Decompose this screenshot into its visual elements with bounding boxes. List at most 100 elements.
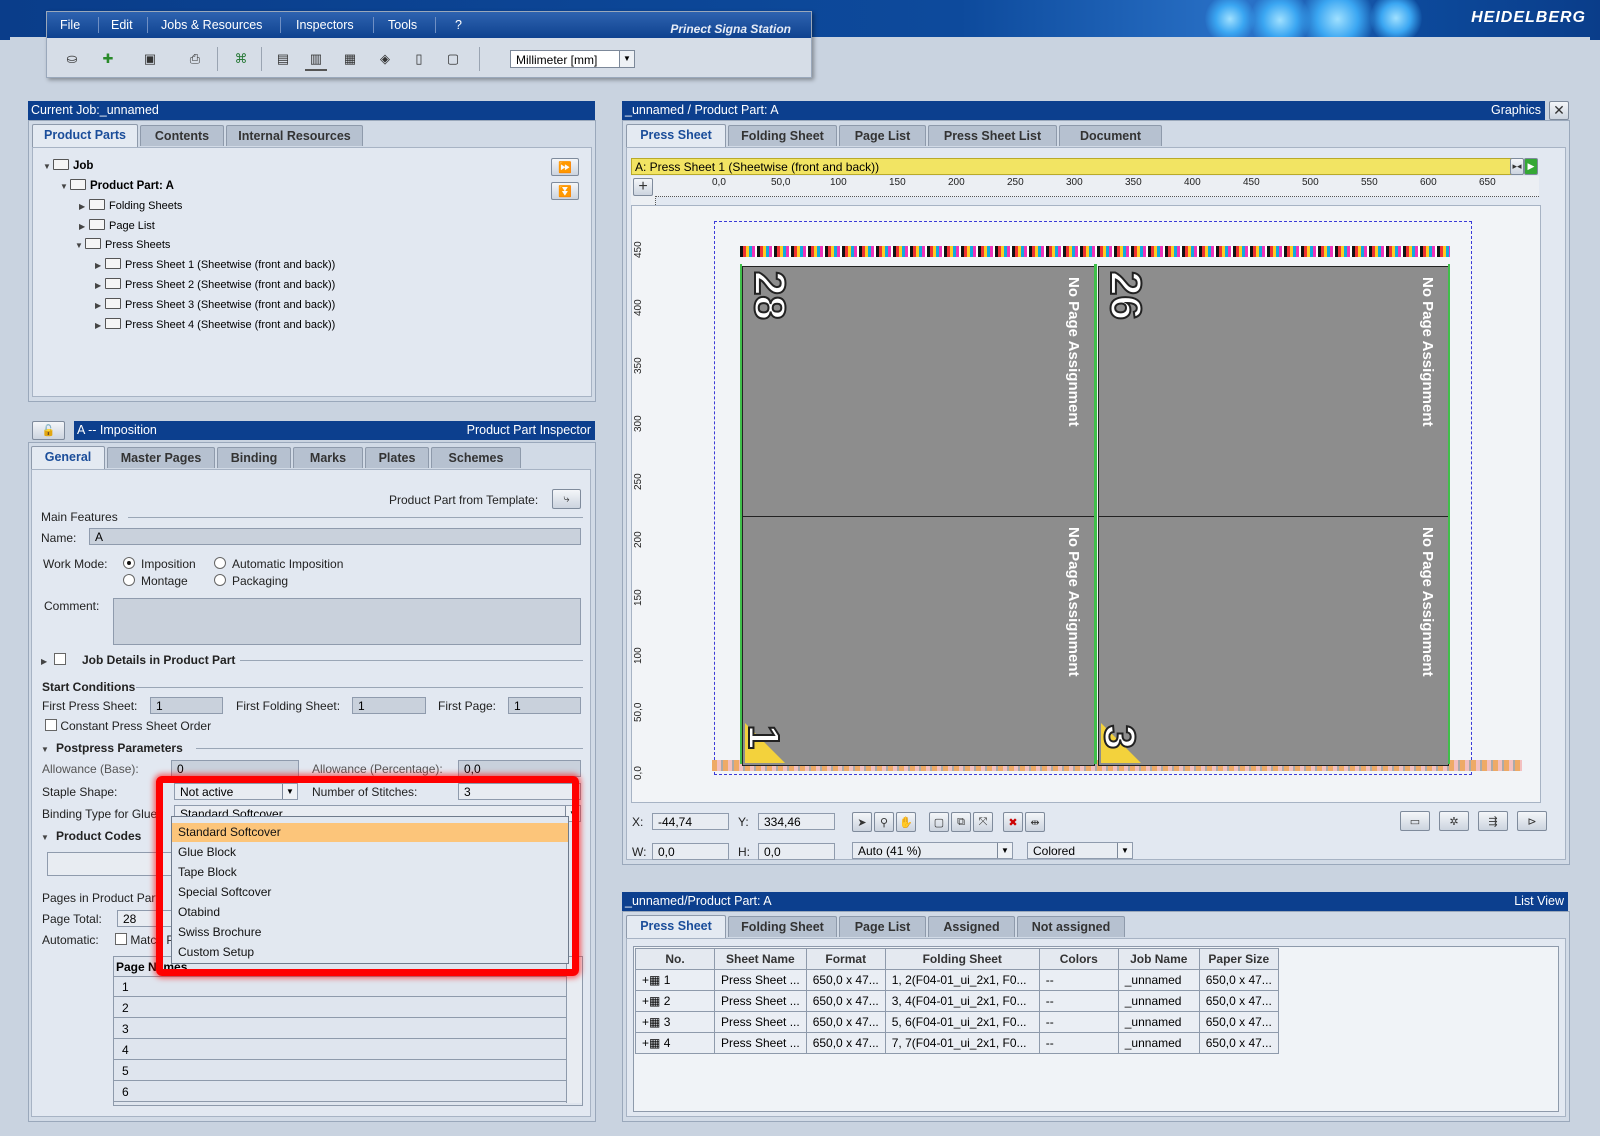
- zoom-select[interactable]: Auto (41 %) ▼: [852, 842, 1013, 859]
- radio-unselected[interactable]: [123, 574, 135, 586]
- radio-unselected[interactable]: [214, 557, 226, 569]
- menu-edit[interactable]: Edit: [111, 18, 133, 32]
- tree-node-page-list[interactable]: ▶ Page List: [79, 219, 155, 232]
- view-layout-icon[interactable]: ▭: [1400, 811, 1430, 831]
- page-name-row[interactable]: 5: [114, 1061, 566, 1081]
- collapse-arrow-icon[interactable]: ▼: [41, 833, 51, 842]
- expand-all-button[interactable]: ⏬: [551, 182, 579, 200]
- radio-automatic-imposition[interactable]: Automatic Imposition: [214, 557, 343, 571]
- expand-arrow-icon[interactable]: ▶: [95, 301, 105, 310]
- comment-field[interactable]: [113, 598, 581, 645]
- press-sheet-canvas[interactable]: 28 No Page Assignment 26 No Page Assignm…: [631, 205, 1541, 803]
- tab-marks[interactable]: Marks: [293, 447, 363, 468]
- column-header[interactable]: Job Name: [1117, 948, 1200, 970]
- first-page-field[interactable]: 1: [508, 697, 581, 714]
- page-name-row[interactable]: 2: [114, 998, 566, 1018]
- constant-order-option[interactable]: Constant Press Sheet Order: [45, 719, 211, 733]
- tab-product-parts[interactable]: Product Parts: [32, 124, 138, 147]
- table-row[interactable]: +▦ 1 Press Sheet ... 650,0 x 47... 1, 2(…: [635, 969, 1279, 991]
- next-sheet-icon[interactable]: ▶: [1524, 158, 1538, 175]
- tree-node-press-sheet[interactable]: ▶ Press Sheet 4 (Sheetwise (front and bac…: [95, 318, 335, 331]
- 3d-preview-icon[interactable]: ◈: [374, 49, 396, 69]
- new-job-icon[interactable]: ✚: [97, 49, 119, 69]
- row-number-cell[interactable]: +▦ 3: [635, 1011, 715, 1033]
- menu-tools[interactable]: Tools: [388, 18, 417, 32]
- tab-binding[interactable]: Binding: [217, 447, 291, 468]
- template-button[interactable]: ⤷: [552, 489, 581, 509]
- w-field[interactable]: 0,0: [652, 843, 729, 860]
- first-folding-sheet-field[interactable]: 1: [352, 697, 426, 714]
- tab-list-folding-sheet[interactable]: Folding Sheet: [728, 916, 837, 937]
- menu-jobs-resources[interactable]: Jobs & Resources: [161, 18, 262, 32]
- expand-row-icon[interactable]: +▦: [642, 973, 660, 987]
- export-icon[interactable]: ⊳: [1517, 811, 1547, 831]
- tab-list-press-sheet[interactable]: Press Sheet: [626, 915, 726, 938]
- hand-pan-icon[interactable]: ✋: [896, 812, 916, 832]
- tab-list-assigned[interactable]: Assigned: [928, 916, 1015, 937]
- tab-plates[interactable]: Plates: [365, 447, 429, 468]
- tab-page-list[interactable]: Page List: [839, 125, 926, 146]
- expand-row-icon[interactable]: +▦: [642, 1015, 660, 1029]
- fit-icon[interactable]: ⤧: [973, 812, 993, 832]
- product-codes-toggle[interactable]: ▼: [41, 829, 51, 843]
- y-field[interactable]: 334,46: [758, 813, 835, 830]
- radio-unselected[interactable]: [214, 574, 226, 586]
- first-press-sheet-field[interactable]: 1: [150, 697, 223, 714]
- marks-icon[interactable]: ⇶: [1478, 811, 1508, 831]
- table-row[interactable]: +▦ 3 Press Sheet ... 650,0 x 47... 5, 6(…: [635, 1011, 1279, 1033]
- save-icon[interactable]: ▣: [139, 49, 161, 69]
- text-document-icon[interactable]: ▤: [272, 49, 294, 69]
- copy-icon[interactable]: ⧉: [951, 812, 971, 832]
- tab-master-pages[interactable]: Master Pages: [107, 447, 215, 468]
- chevron-down-icon[interactable]: ▼: [1117, 843, 1132, 858]
- tab-press-sheet[interactable]: Press Sheet: [626, 124, 726, 147]
- page-tile-1[interactable]: 1 No Page Assignment: [738, 516, 1095, 766]
- job-details-checkbox[interactable]: [54, 653, 67, 665]
- h-field[interactable]: 0,0: [758, 843, 835, 860]
- expand-arrow-icon[interactable]: ▼: [43, 162, 53, 171]
- allowance-pct-field[interactable]: 0,0: [458, 760, 581, 777]
- product-codes-field[interactable]: [47, 852, 172, 876]
- tab-press-sheet-list[interactable]: Press Sheet List: [928, 125, 1057, 146]
- page-tile-26[interactable]: 26 No Page Assignment: [1098, 266, 1449, 517]
- tab-list-page-list[interactable]: Page List: [839, 916, 926, 937]
- column-header[interactable]: Sheet Name: [714, 948, 807, 970]
- constant-order-checkbox[interactable]: [45, 719, 57, 731]
- tab-document[interactable]: Document: [1059, 125, 1162, 146]
- collapse-arrow-icon[interactable]: ▼: [41, 745, 51, 754]
- lock-icon[interactable]: 🔓: [32, 421, 65, 440]
- settings-icon[interactable]: ✲: [1439, 811, 1469, 831]
- expand-arrow-icon[interactable]: ▶: [95, 261, 105, 270]
- blank-page-icon[interactable]: ▢: [442, 49, 464, 69]
- tab-general[interactable]: General: [31, 446, 105, 469]
- select-arrow-icon[interactable]: ➤: [852, 812, 872, 832]
- tree-node-press-sheet[interactable]: ▶ Press Sheet 3 (Sheetwise (front and bac…: [95, 298, 335, 311]
- row-number-cell[interactable]: +▦ 4: [635, 1032, 715, 1054]
- column-header[interactable]: Format: [805, 948, 886, 970]
- allowance-base-field[interactable]: 0: [171, 760, 299, 777]
- column-header[interactable]: Paper Size: [1198, 948, 1279, 970]
- tab-contents[interactable]: Contents: [140, 125, 224, 146]
- page-tile-28[interactable]: 28 No Page Assignment: [742, 266, 1095, 517]
- chevron-down-icon[interactable]: ▼: [619, 51, 634, 67]
- radio-selected[interactable]: [123, 557, 135, 569]
- tree-node-product-part[interactable]: ▼ Product Part: A: [60, 179, 174, 192]
- table-row[interactable]: +▦ 2 Press Sheet ... 650,0 x 47... 3, 4(…: [635, 990, 1279, 1012]
- page-name-row[interactable]: 4: [114, 1040, 566, 1060]
- sheet-selector-bar[interactable]: A: Press Sheet 1 (Sheetwise (front and b…: [631, 158, 1523, 175]
- print-icon[interactable]: ⎙: [184, 49, 206, 69]
- close-icon[interactable]: ✕: [1549, 101, 1569, 120]
- unit-select[interactable]: Millimeter [mm] ▼: [510, 50, 635, 68]
- page-name-row[interactable]: 1: [114, 977, 566, 997]
- job-details-toggle[interactable]: ▶: [41, 653, 67, 667]
- width-icon[interactable]: ⇹: [1025, 812, 1045, 832]
- open-job-icon[interactable]: ⛀: [61, 49, 83, 69]
- expand-row-icon[interactable]: +▦: [642, 994, 660, 1008]
- fast-forward-button[interactable]: ⏩: [551, 158, 579, 176]
- page-icon[interactable]: ▯: [408, 49, 430, 69]
- page-name-row[interactable]: 6: [114, 1082, 566, 1102]
- expand-arrow-icon[interactable]: ▶: [95, 281, 105, 290]
- jdf-tree-icon[interactable]: ⌘: [230, 49, 252, 69]
- page-names-scrollbar[interactable]: [566, 957, 582, 1103]
- match-checkbox[interactable]: [115, 933, 127, 945]
